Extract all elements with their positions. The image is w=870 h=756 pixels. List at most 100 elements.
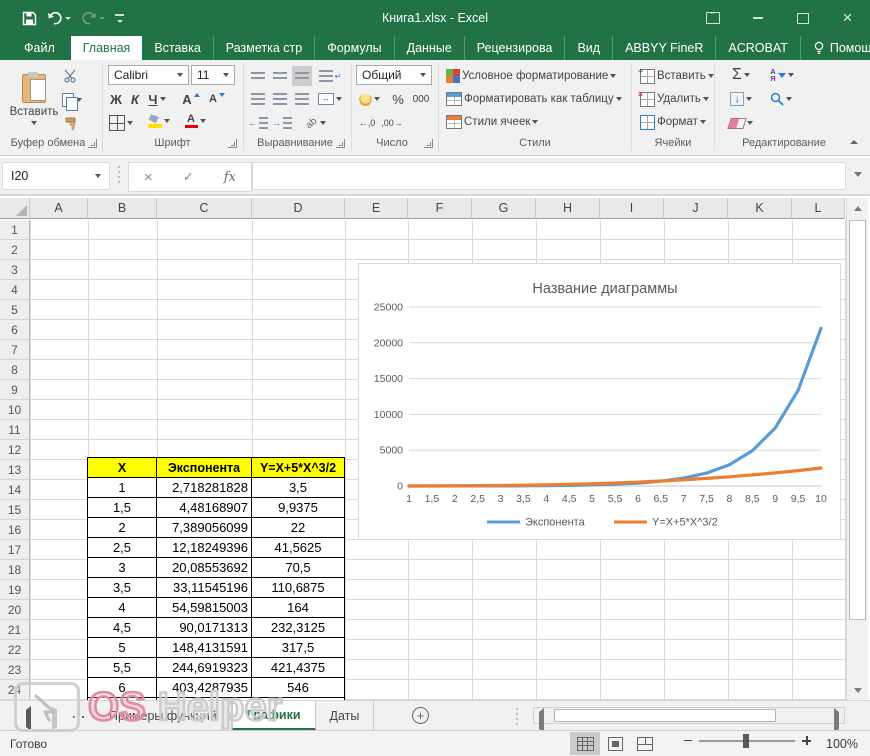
row-header[interactable]: 4 — [0, 280, 30, 300]
table-cell[interactable]: 6 — [88, 678, 157, 698]
row-header[interactable]: 16 — [0, 520, 30, 540]
page-break-view-icon[interactable] — [630, 732, 660, 755]
column-header[interactable]: B — [88, 198, 157, 219]
ribbon-tab[interactable]: Помощн — [801, 36, 870, 60]
table-cell[interactable]: 4,48168907 — [157, 498, 252, 518]
shrink-font-button[interactable]: А — [207, 89, 227, 109]
insert-cells-button[interactable]: +Вставить — [640, 66, 714, 86]
table-cell[interactable]: 4 — [88, 598, 157, 618]
ribbon-tab[interactable]: ABBYY FineR — [613, 36, 716, 60]
align-left-button[interactable] — [248, 89, 268, 109]
row-header[interactable]: 10 — [0, 400, 30, 420]
cancel-entry-icon[interactable]: × — [144, 169, 153, 186]
row-header[interactable]: 2 — [0, 240, 30, 260]
grow-font-button[interactable]: А — [181, 89, 201, 109]
sheet-tab[interactable]: Даты — [316, 701, 375, 730]
ribbon-tab[interactable]: Данные — [395, 36, 465, 60]
select-all-corner[interactable] — [0, 198, 30, 219]
close-icon[interactable]: × — [825, 0, 870, 36]
table-cell[interactable]: 2,5 — [88, 538, 157, 558]
row-header[interactable]: 11 — [0, 420, 30, 440]
delete-cells-button[interactable]: ×Удалить — [640, 89, 709, 109]
redo-dropdown-caret[interactable] — [99, 17, 105, 20]
maximize-icon[interactable] — [780, 0, 825, 36]
row-header[interactable]: 6 — [0, 320, 30, 340]
ribbon-tab[interactable]: Файл — [8, 36, 71, 60]
format-painter-button[interactable] — [64, 114, 79, 134]
table-cell[interactable]: 2,718281828 — [157, 478, 252, 498]
sheet-nav-left-icon[interactable] — [26, 710, 31, 728]
table-cell[interactable]: 33,11545196 — [157, 578, 252, 598]
row-header[interactable]: 19 — [0, 580, 30, 600]
sheet-tab[interactable]: Графики — [232, 701, 316, 730]
column-header[interactable]: L — [792, 198, 845, 219]
zoom-level[interactable]: 100% — [826, 737, 858, 751]
table-cell[interactable]: 403,4287935 — [157, 678, 252, 698]
scroll-left-icon[interactable] — [539, 712, 544, 730]
row-header[interactable]: 15 — [0, 500, 30, 520]
column-header[interactable]: C — [157, 198, 252, 219]
column-header[interactable]: H — [536, 198, 600, 219]
row-header[interactable]: 23 — [0, 660, 30, 680]
fill-button[interactable]: ↓ — [724, 89, 758, 109]
customize-qat-icon[interactable] — [115, 14, 124, 23]
row-header[interactable]: 21 — [0, 620, 30, 640]
table-cell[interactable]: 7,389056099 — [157, 518, 252, 538]
table-header-cell[interactable]: Экспонента — [157, 458, 252, 478]
wrap-text-button[interactable]: ↵ — [318, 66, 342, 86]
orientation-button[interactable]: ab — [302, 113, 330, 133]
table-cell[interactable]: 244,6919323 — [157, 658, 252, 678]
table-cell[interactable]: 3,5 — [252, 478, 345, 498]
column-header[interactable]: E — [345, 198, 408, 219]
table-cell[interactable]: 2 — [88, 518, 157, 538]
table-cell[interactable]: 70,5 — [252, 558, 345, 578]
row-header[interactable]: 13 — [0, 460, 30, 480]
italic-button[interactable]: К — [127, 89, 143, 109]
undo-icon[interactable] — [47, 12, 71, 25]
name-box[interactable]: I20 — [2, 162, 110, 190]
align-top-button[interactable] — [248, 66, 268, 86]
table-cell[interactable]: 12,18249396 — [157, 538, 252, 558]
table-cell[interactable]: 5 — [88, 638, 157, 658]
table-cell[interactable]: 90,0171313 — [157, 618, 252, 638]
align-bottom-button[interactable] — [292, 66, 312, 86]
row-header[interactable]: 14 — [0, 480, 30, 500]
decrease-indent-button[interactable]: ← — [248, 113, 268, 133]
table-cell[interactable]: 3,5 — [88, 578, 157, 598]
redo-icon[interactable] — [81, 12, 105, 25]
sheet-tab-overflow[interactable]: ... — [72, 706, 86, 721]
scroll-down-icon[interactable] — [847, 680, 868, 700]
cell-styles-button[interactable]: Стили ячеек — [446, 112, 538, 132]
percent-style-button[interactable]: % — [390, 89, 406, 109]
font-color-button[interactable]: А — [182, 111, 208, 131]
row-header[interactable]: 7 — [0, 340, 30, 360]
sort-filter-button[interactable]: АЯ — [764, 65, 800, 85]
table-cell[interactable]: 421,4375 — [252, 658, 345, 678]
table-cell[interactable]: 1 — [88, 478, 157, 498]
increase-decimal-button[interactable]: ←←,0,0 — [356, 113, 378, 133]
name-box-caret-icon[interactable] — [95, 174, 101, 178]
decrease-decimal-button[interactable]: ,00→ — [380, 113, 404, 133]
bold-button[interactable]: Ж — [108, 89, 124, 109]
row-header[interactable]: 8 — [0, 360, 30, 380]
merge-center-button[interactable]: ↔ — [316, 89, 344, 109]
column-header[interactable]: G — [472, 198, 536, 219]
ribbon-tab[interactable]: Разметка стр — [214, 36, 315, 60]
autosum-button[interactable]: Σ — [724, 65, 758, 85]
vertical-scrollbar[interactable] — [846, 198, 868, 700]
table-cell[interactable]: 9,9375 — [252, 498, 345, 518]
table-header-cell[interactable]: X — [88, 458, 157, 478]
copy-button[interactable] — [62, 90, 82, 110]
cut-button[interactable] — [64, 66, 79, 86]
enter-entry-icon[interactable]: ✓ — [183, 169, 194, 185]
align-center-button[interactable] — [270, 89, 290, 109]
table-cell[interactable]: 3 — [88, 558, 157, 578]
borders-button[interactable] — [108, 113, 134, 133]
font-dialog-launcher-icon[interactable] — [228, 139, 237, 148]
column-header[interactable]: I — [600, 198, 664, 219]
zoom-slider-thumb[interactable] — [743, 734, 749, 748]
increase-indent-button[interactable]: → — [272, 113, 292, 133]
fill-color-button[interactable] — [146, 111, 172, 131]
font-size-combo[interactable]: 11 — [191, 65, 235, 85]
row-header[interactable]: 17 — [0, 540, 30, 560]
